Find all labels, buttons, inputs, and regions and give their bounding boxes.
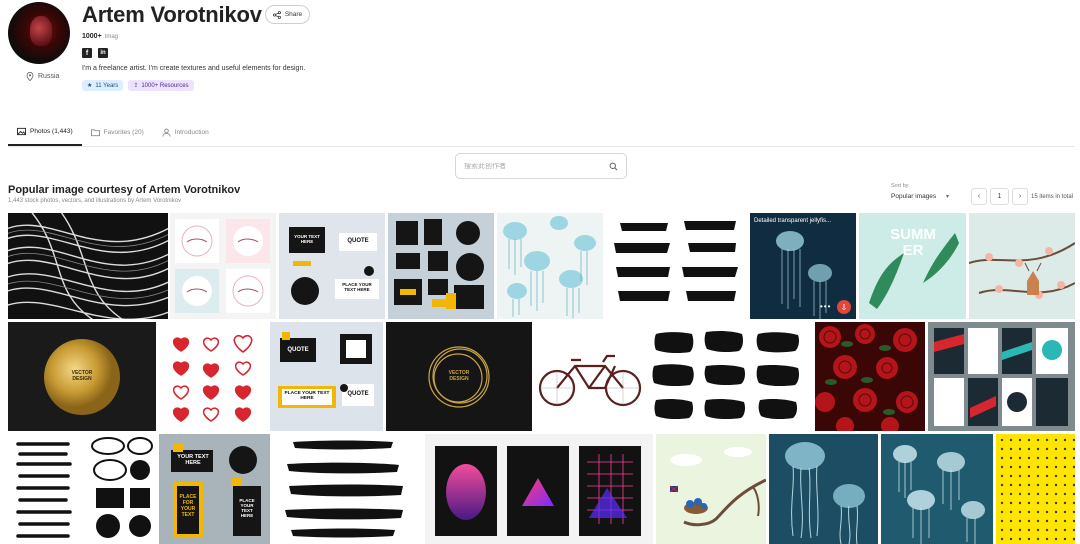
section-title: Popular image courtesy of Artem Vorotnik…	[8, 184, 241, 196]
location-pin-icon	[26, 72, 34, 81]
tile-text: SUMMER	[890, 226, 936, 259]
resources-badge: ⇪ 1000+ Resources	[128, 80, 194, 91]
tile-text: PLACE YOUR TEXT HERE	[239, 498, 255, 518]
star-icon: ★	[87, 83, 93, 89]
image-tile[interactable]	[815, 322, 925, 431]
image-count-value: 1000+	[82, 33, 102, 40]
resources-label: 1000+ Resources	[141, 82, 189, 89]
image-tile[interactable]	[656, 434, 766, 544]
sort-label: Sort by	[891, 183, 909, 189]
image-count: 1000+ Imag	[82, 33, 118, 40]
tile-text: PLACE FOR YOUR TEXT	[179, 494, 197, 518]
chevron-down-icon: ▾	[945, 194, 949, 200]
image-tile[interactable]: VECTOR DESIGN	[8, 322, 156, 431]
prev-page-button[interactable]: ‹	[971, 188, 987, 205]
image-tile[interactable]	[769, 434, 878, 544]
image-tile[interactable]	[606, 213, 746, 319]
image-tile[interactable]	[8, 213, 168, 319]
image-tile[interactable]	[648, 322, 812, 431]
share-label: Share	[284, 11, 303, 18]
page-number[interactable]: 1	[990, 188, 1009, 205]
share-button[interactable]: Share	[265, 5, 310, 24]
linkedin-icon[interactable]: in	[98, 48, 108, 58]
section-subtitle: 1,443 stock photos, vectors, and illustr…	[8, 198, 182, 204]
tile-text: QUOTE	[347, 238, 369, 244]
tile-text: QUOTE	[287, 347, 309, 353]
years-label: 11 Years	[95, 82, 119, 89]
sort-selected: Popular images	[891, 193, 937, 200]
tile-text: YOUR TEXT HERE	[177, 454, 209, 466]
pagination: ‹ 1 ›	[971, 188, 1028, 205]
image-tile[interactable]	[8, 434, 156, 544]
tab-introduction-label: Introduction	[174, 128, 209, 136]
image-tile[interactable]	[881, 434, 993, 544]
tile-text: QUOTE	[347, 391, 369, 397]
image-tile[interactable]	[170, 213, 276, 319]
download-icon[interactable]: ⇩	[837, 300, 851, 314]
social-links: f in	[82, 48, 108, 58]
image-tile[interactable]: Detailed transparent jellyfis... ••• ⇩	[750, 213, 856, 319]
sort-select[interactable]: Popular images ▾	[891, 193, 949, 200]
avatar[interactable]	[8, 2, 70, 64]
image-tile[interactable]: QUOTE PLACE YOUR TEXT HERE YOUR TEXT HER…	[279, 213, 385, 319]
image-tile[interactable]	[425, 434, 653, 544]
image-tile[interactable]	[159, 322, 267, 431]
image-tile[interactable]: VECTOR DESIGN	[386, 322, 532, 431]
image-tile[interactable]	[273, 434, 422, 544]
location: Russia	[26, 72, 59, 81]
image-tile[interactable]: YOUR TEXT HERE PLACE FOR YOUR TEXT PLACE…	[159, 434, 270, 544]
tile-text: PLACE YOUR TEXT HERE	[284, 391, 330, 401]
image-tile[interactable]	[535, 322, 645, 431]
tab-introduction[interactable]: Introduction	[153, 118, 218, 146]
creator-search	[455, 153, 627, 179]
image-tile[interactable]: QUOTE PLACE YOUR TEXT HERE QUOTE	[270, 322, 383, 431]
tab-photos[interactable]: Photos (1,443)	[8, 118, 82, 146]
tab-photos-label: Photos (1,443)	[30, 127, 73, 135]
next-page-button[interactable]: ›	[1012, 188, 1028, 205]
image-tile[interactable]	[969, 213, 1075, 319]
tile-text: YOUR TEXT HERE	[294, 234, 320, 244]
image-tile[interactable]	[996, 434, 1075, 544]
image-tile[interactable]: SUMMER	[859, 213, 966, 319]
more-icon[interactable]: •••	[820, 302, 831, 311]
user-icon	[162, 128, 171, 137]
share-icon	[272, 10, 281, 19]
search-input[interactable]	[464, 162, 609, 170]
tile-text: PLACE YOUR TEXT HERE	[342, 282, 372, 292]
tile-text: VECTOR DESIGN	[448, 370, 470, 382]
tile-text: VECTOR DESIGN	[71, 370, 93, 382]
profile-name: Artem Vorotnikov	[82, 2, 262, 27]
image-count-label: Imag	[104, 34, 119, 40]
years-badge: ★ 11 Years	[82, 80, 124, 91]
image-tile[interactable]	[928, 322, 1075, 431]
profile-tabs: Photos (1,443) Favorites (20) Introducti…	[8, 118, 1075, 147]
facebook-icon[interactable]: f	[82, 48, 92, 58]
tile-title: Detailed transparent jellyfis...	[754, 218, 832, 224]
profile-badges: ★ 11 Years ⇪ 1000+ Resources	[82, 80, 194, 91]
tab-favorites[interactable]: Favorites (20)	[82, 118, 153, 146]
items-total: 15 items in total	[1031, 194, 1074, 200]
image-tile[interactable]	[497, 213, 603, 319]
location-label: Russia	[38, 73, 60, 80]
folder-icon	[90, 128, 100, 136]
upload-icon: ⇪	[133, 83, 139, 89]
image-tile[interactable]	[388, 213, 494, 319]
tab-favorites-label: Favorites (20)	[103, 128, 144, 136]
profile-bio: I'm a freelance artist. I'm create textu…	[82, 65, 306, 72]
search-icon[interactable]	[609, 162, 618, 171]
image-icon	[17, 127, 26, 135]
